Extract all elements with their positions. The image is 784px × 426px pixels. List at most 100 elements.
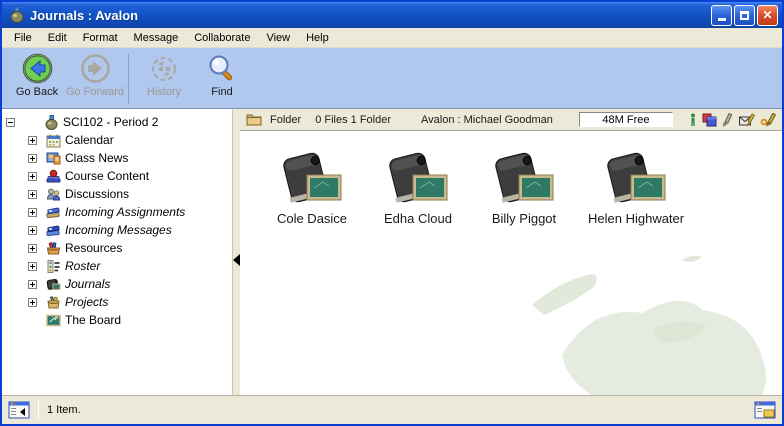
tree-item-label: Resources xyxy=(65,241,122,255)
expand-expander-icon[interactable] xyxy=(28,244,37,253)
journal-item-label: Billy Piggot xyxy=(488,211,560,226)
go-forward-label: Go Forward xyxy=(66,86,124,98)
journal-item-edha-cloud[interactable]: Edha Cloud xyxy=(372,147,464,226)
expand-expander-icon[interactable] xyxy=(28,190,37,199)
expand-expander-icon[interactable] xyxy=(28,226,37,235)
folder-view: Folder 0 Files 1 Folder Avalon : Michael… xyxy=(240,109,782,395)
tree-item-label: Roster xyxy=(65,259,100,273)
history-button[interactable]: History xyxy=(135,52,193,98)
menu-edit[interactable]: Edit xyxy=(40,30,75,46)
expand-expander-icon[interactable] xyxy=(28,172,37,181)
menu-file[interactable]: File xyxy=(6,30,40,46)
window-title: Journals : Avalon xyxy=(30,8,711,23)
tree-item-incoming-messages[interactable]: Incoming Messages xyxy=(2,221,232,239)
flask-icon xyxy=(43,115,59,130)
folder-contents: Cole Dasice xyxy=(240,131,782,395)
calendar-icon xyxy=(45,133,61,148)
journals-icon xyxy=(45,277,61,292)
item-count-text: 1 Item. xyxy=(47,404,81,416)
sign-pen-icon[interactable] xyxy=(760,113,776,127)
tree-item-projects[interactable]: Projects xyxy=(2,293,232,311)
menu-message[interactable]: Message xyxy=(126,30,187,46)
folder-info-bar: Folder 0 Files 1 Folder Avalon : Michael… xyxy=(240,109,782,131)
tree-item-label: Journals xyxy=(65,277,110,291)
tree-item-label: Discussions xyxy=(65,187,129,201)
tree-item-roster[interactable]: Roster xyxy=(2,257,232,275)
close-button[interactable]: ✕ xyxy=(757,5,778,26)
folder-icon xyxy=(246,113,262,126)
member-icon[interactable] xyxy=(689,113,697,127)
tree-item-label: Calendar xyxy=(65,133,114,147)
journal-icon xyxy=(590,147,682,209)
sidebar-splitter[interactable] xyxy=(232,109,240,395)
roster-icon xyxy=(45,259,61,274)
map-watermark xyxy=(532,235,782,395)
board-icon xyxy=(45,313,61,328)
expand-expander-icon[interactable] xyxy=(28,208,37,217)
journal-icon xyxy=(372,147,464,209)
toggle-panel-icon[interactable] xyxy=(754,401,776,419)
journal-item-label: Cole Dasice xyxy=(273,211,351,226)
expand-expander-icon[interactable] xyxy=(28,262,37,271)
menu-collaborate[interactable]: Collaborate xyxy=(186,30,258,46)
tree-item-label: Projects xyxy=(65,295,108,309)
expand-expander-icon[interactable] xyxy=(28,136,37,145)
tree-item-calendar[interactable]: Calendar xyxy=(2,131,232,149)
tree-item-the-board[interactable]: The Board xyxy=(2,311,232,329)
shared-windows-icon[interactable] xyxy=(702,113,717,127)
journal-icon xyxy=(478,147,570,209)
tree-item-label: The Board xyxy=(65,313,121,327)
menu-bar: File Edit Format Message Collaborate Vie… xyxy=(2,28,782,48)
expand-expander-icon[interactable] xyxy=(28,154,37,163)
tree-item-discussions[interactable]: Discussions xyxy=(2,185,232,203)
status-separator xyxy=(38,400,39,420)
free-space-indicator: 48M Free xyxy=(579,112,673,127)
status-bar: 1 Item. xyxy=(2,395,782,424)
title-bar: Journals : Avalon ✕ xyxy=(2,2,782,28)
expand-expander-icon[interactable] xyxy=(28,298,37,307)
tree-item-label: Class News xyxy=(65,151,128,165)
maximize-button[interactable] xyxy=(734,5,755,26)
tree-item-incoming-assignments[interactable]: Incoming Assignments xyxy=(2,203,232,221)
go-forward-button[interactable]: Go Forward xyxy=(66,52,124,98)
tree-item-journals[interactable]: Journals xyxy=(2,275,232,293)
collapse-arrow-icon[interactable] xyxy=(233,254,240,266)
tree-item-course-content[interactable]: Course Content xyxy=(2,167,232,185)
journal-item-billy-piggot[interactable]: Billy Piggot xyxy=(478,147,570,226)
app-window: Journals : Avalon ✕ File Edit Format Mes… xyxy=(0,0,784,426)
tree-item-label: Incoming Assignments xyxy=(65,205,185,219)
compose-mail-icon[interactable] xyxy=(739,113,755,127)
folder-type-label: Folder xyxy=(270,114,301,126)
journal-item-cole-dasice[interactable]: Cole Dasice xyxy=(266,147,358,226)
journal-item-label: Edha Cloud xyxy=(380,211,456,226)
tree-item-root[interactable]: SCI102 - Period 2 xyxy=(2,113,232,131)
tree-item-class-news[interactable]: Class News xyxy=(2,149,232,167)
menu-help[interactable]: Help xyxy=(298,30,337,46)
navigation-toolbar: Go Back Go Forward His xyxy=(2,48,782,108)
course-content-icon xyxy=(45,169,61,184)
journal-icon xyxy=(266,147,358,209)
file-folder-counts: 0 Files 1 Folder xyxy=(315,114,391,126)
collapse-expander-icon[interactable] xyxy=(6,118,15,127)
tree-item-label: Incoming Messages xyxy=(65,223,172,237)
header-icon-strip xyxy=(689,113,776,127)
collapse-sidebar-icon[interactable] xyxy=(8,401,30,419)
journal-item-label: Helen Highwater xyxy=(584,211,688,226)
tree-item-resources[interactable]: Resources xyxy=(2,239,232,257)
tree-item-label: Course Content xyxy=(65,169,149,183)
go-back-label: Go Back xyxy=(16,86,58,98)
menu-format[interactable]: Format xyxy=(75,30,126,46)
tree-item-label: SCI102 - Period 2 xyxy=(63,115,158,129)
app-flask-icon[interactable] xyxy=(8,6,26,24)
expand-expander-icon[interactable] xyxy=(28,280,37,289)
go-forward-icon xyxy=(80,52,111,85)
account-label: Avalon : Michael Goodman xyxy=(421,114,553,126)
journal-item-helen-highwater[interactable]: Helen Highwater xyxy=(584,147,688,226)
go-back-button[interactable]: Go Back xyxy=(8,52,66,98)
content-area: SCI102 - Period 2 Calendar Class News xyxy=(2,108,782,395)
minimize-button[interactable] xyxy=(711,5,732,26)
pencil-icon[interactable] xyxy=(722,113,734,127)
find-button[interactable]: Find xyxy=(193,52,251,98)
find-icon xyxy=(207,52,237,85)
menu-view[interactable]: View xyxy=(258,30,298,46)
